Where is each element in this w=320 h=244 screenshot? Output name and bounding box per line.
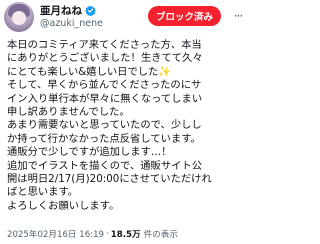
tweet-line: 開は明日2/17(月)20:00にさせていただけれ xyxy=(7,173,212,186)
tweet-meta: 2025年02月16日 16:19 · 18.5万 件の表示 xyxy=(7,227,178,240)
tweet-line: よろしくお願いします。 xyxy=(7,199,120,212)
avatar[interactable] xyxy=(4,2,34,32)
blocked-button[interactable]: ブロック済み xyxy=(148,6,221,26)
more-options-icon[interactable]: ··· xyxy=(229,7,247,25)
tweet-line: あまり需要ないと思っていたので、少しし xyxy=(7,119,202,132)
tweet-header: 亜月ねね @azuki_nene ブロック済み ··· xyxy=(0,0,250,36)
tweet-text: 本日のコミティア来てくださった方、本当 にありがとうございました！生きてて久々 … xyxy=(7,39,247,213)
avatar-face xyxy=(12,11,26,25)
tweet-line: 通販分で少しですが追加します…！ xyxy=(7,146,172,159)
tweet-line: か持って行かなかった点反省しています。 xyxy=(7,132,201,145)
user-handle[interactable]: @azuki_nene xyxy=(40,18,103,29)
display-name[interactable]: 亜月ねね xyxy=(40,3,82,18)
tweet-line: ばと思います。 xyxy=(7,186,79,199)
timestamp[interactable]: 2025年02月16日 16:19 xyxy=(7,228,104,240)
tweet-line: 申し訳ありませんでした。 xyxy=(7,106,130,119)
views-count: 18.5万 xyxy=(110,229,141,240)
tweet-line: そして、早くから並んでくださったのにサ xyxy=(7,79,202,92)
tweet-line: 本日のコミティア来てくださった方、本当 xyxy=(7,39,202,51)
tweet-line: イン入り単行本が早々に無くなってしまい xyxy=(7,92,203,105)
tweet-line: にとても楽しい&嬉しい日でした✨ xyxy=(7,65,172,78)
name-row: 亜月ねね xyxy=(40,3,96,17)
tweet-line: 追加でイラストを描くので、通販サイト公 xyxy=(7,159,203,172)
verified-badge-icon xyxy=(85,5,96,16)
meta-separator: · xyxy=(106,228,109,239)
tweet-line: にありがとうございました！生きてて久々 xyxy=(7,52,203,65)
views-label: 件の表示 xyxy=(143,229,178,240)
